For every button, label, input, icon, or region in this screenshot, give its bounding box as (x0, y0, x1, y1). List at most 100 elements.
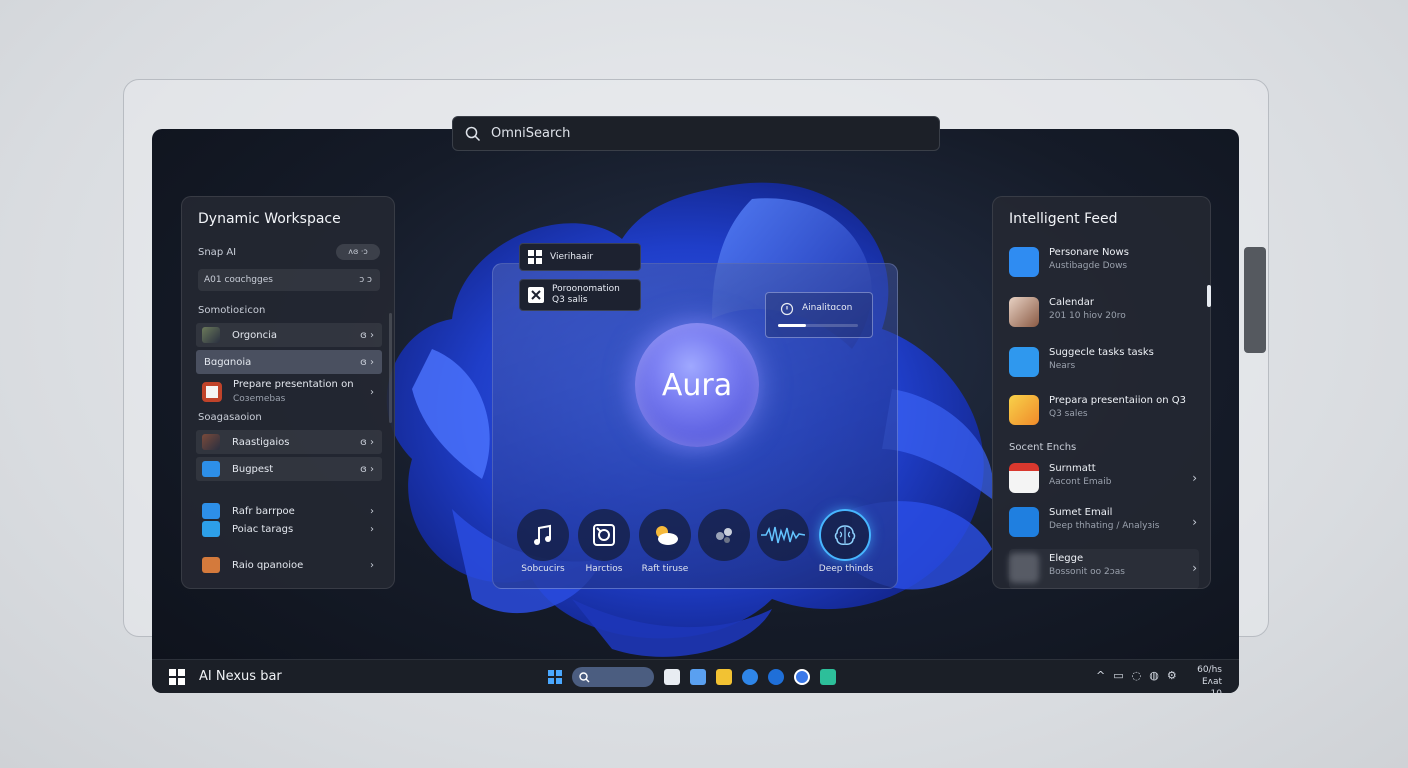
taskbar-apps (548, 667, 836, 687)
chevron-icon: › (370, 505, 374, 517)
item-label: Poiac tarags (232, 523, 294, 535)
feed-item-title: Sumet Email (1049, 507, 1113, 518)
news-icon (1009, 247, 1039, 277)
workspace-item-selected[interactable]: Bɑgɑnoia ɞ › (196, 350, 382, 374)
panel-title: Dynamic Workspace (198, 211, 341, 227)
feed-item-subtitle: Aacont Emaib (1049, 477, 1112, 487)
feed-item[interactable]: Sumet Email Deep thhating / Analyɜis › (1009, 503, 1199, 543)
outlook-icon (1009, 507, 1039, 537)
clock-date: Eʌat 10 (1201, 677, 1222, 693)
snap-field[interactable]: A01 coɑchgges ɔ ɔ (198, 269, 380, 291)
file-icon[interactable] (664, 669, 680, 685)
feed-item[interactable]: Surnmatt Aacont Emaib › (1009, 459, 1199, 499)
item-label: Bugpest (232, 463, 274, 475)
aura-orb-button[interactable]: Aura (635, 323, 759, 447)
store-icon[interactable] (690, 669, 706, 685)
music-button[interactable] (517, 509, 569, 561)
workspace-item[interactable]: Raio qpanoioe › (196, 553, 382, 577)
waveform-button[interactable] (757, 509, 809, 561)
chevron-icon: ɞ › (360, 463, 374, 475)
omnisearch-bar[interactable]: OmniSearch (452, 116, 940, 151)
orbit-icon (716, 528, 732, 543)
deep-thinking-button[interactable] (819, 509, 871, 561)
tools-button[interactable] (578, 509, 630, 561)
windows-start-icon[interactable] (169, 669, 185, 685)
feed-item-title: Suggecle tasks tasks (1049, 347, 1154, 358)
tooltip-windows[interactable]: Vierihaair (519, 243, 641, 271)
analysis-progress-fill (778, 324, 806, 327)
app-icon[interactable] (820, 669, 836, 685)
item-sublabel: Coɜemebas (233, 394, 286, 404)
feed-item-title: Personare Nows (1049, 247, 1129, 258)
feed-item-subtitle: 201 10 hiov 20ro (1049, 311, 1126, 321)
folder-icon[interactable] (716, 669, 732, 685)
item-label: Raastigaios (232, 436, 290, 448)
taskbar-search-button[interactable] (572, 667, 654, 687)
taskbar: AI Nexus bar ^ ▭ ◌ ◍ ⚙ 60/hs Eʌat (152, 659, 1239, 693)
orb-label: Aura (661, 367, 733, 403)
tool-icon (593, 524, 615, 546)
feed-item[interactable]: Elegge Bossonit oo 2ɔas › (1009, 549, 1199, 589)
feed-item[interactable]: Suggecle tasks tasks Nears (1009, 343, 1199, 383)
chevron-right-icon: › (1192, 561, 1197, 575)
clock[interactable]: 60/hs Eʌat 10 (1188, 664, 1222, 693)
browser-icon[interactable] (768, 669, 784, 685)
brain-icon (834, 525, 856, 545)
display-icon[interactable]: ▭ (1113, 669, 1123, 682)
tooltip-label: Poroonomation (552, 284, 620, 294)
chevron-icon: ɞ › (360, 329, 374, 341)
snap-toggle[interactable]: ʌɞ ·ɔ (336, 244, 380, 260)
feed-item-subtitle: Austibagde Dows (1049, 261, 1128, 271)
side-handle[interactable] (1244, 247, 1266, 353)
tasks-icon (1009, 347, 1039, 377)
feed-item[interactable]: Calendar 201 10 hiov 20ro (1009, 293, 1199, 333)
analysis-progress-track (778, 324, 858, 327)
scrollbar[interactable] (389, 313, 392, 423)
workspace-item[interactable]: Poiac tarags › (196, 517, 382, 541)
edge-icon[interactable] (742, 669, 758, 685)
settings-icon[interactable]: ⚙ (1167, 669, 1177, 682)
copilot-icon[interactable] (794, 669, 810, 685)
dynamic-workspace-panel: Dynamic Workspace Snap AI ʌɞ ·ɔ A01 coɑc… (181, 196, 395, 589)
app-icon (202, 461, 220, 477)
scrollbar[interactable] (1207, 285, 1211, 307)
weather-icon (656, 526, 678, 545)
presentation-icon (202, 382, 222, 402)
omnisearch-placeholder: OmniSearch (491, 126, 571, 141)
taskbar-title: AI Nexus bar (199, 669, 282, 684)
waveform-icon (761, 526, 805, 544)
start-menu-icon[interactable] (548, 670, 562, 684)
chevron-up-icon[interactable]: ^ (1096, 669, 1105, 682)
feed-item[interactable]: Personare Nows Austibagde Dows (1009, 243, 1199, 283)
feed-item[interactable]: Prepara presentaiion on Q3 Q3 sales (1009, 391, 1199, 431)
thumbnail-icon (202, 434, 220, 450)
volume-icon[interactable]: ◍ (1149, 669, 1159, 682)
clock-time: 60/hs (1197, 665, 1222, 675)
item-label: Raio qpanoioe (232, 559, 304, 571)
orbit-button[interactable] (698, 509, 750, 561)
feed-item-title: Elegge (1049, 553, 1084, 564)
item-label: Bɑgɑnoia (204, 356, 252, 368)
section-label: Somotioɛicon (198, 305, 266, 316)
prepare-presentation-item[interactable]: Prepare presentation on Coɜemebas › (196, 377, 382, 407)
workspace-item[interactable]: Raastigaios ɞ › (196, 430, 382, 454)
panel-title: Intelligent Feed (1009, 211, 1118, 227)
search-icon (465, 126, 481, 141)
app-icon (202, 557, 220, 573)
desktop-screen: Dynamic Workspace Snap AI ʌɞ ·ɔ A01 coɑc… (152, 129, 1239, 693)
analysis-widget[interactable]: Ainalitɑcon (765, 292, 873, 338)
workspace-item[interactable]: Bugpest ɞ › (196, 457, 382, 481)
tooltip-sublabel: Q3 salis (552, 295, 588, 305)
item-label: Prepare presentation on (233, 379, 354, 390)
chevron-right-icon: › (1192, 515, 1197, 529)
workspace-item[interactable]: Orgoncia ɞ › (196, 323, 382, 347)
weather-button[interactable] (639, 509, 691, 561)
tooltip-presentation[interactable]: Poroonomation Q3 salis (519, 279, 641, 311)
aura-assistant-panel: Aura Ainalitɑcon Sobcucirs Harctios Raft… (492, 263, 898, 589)
chevron-icon: ɞ › (360, 356, 374, 368)
intelligent-feed-panel: Intelligent Feed Personare Nows Austibag… (992, 196, 1211, 589)
presentation-x-icon (528, 287, 544, 303)
windows-grid-icon (528, 250, 542, 264)
network-icon[interactable]: ◌ (1132, 669, 1142, 682)
blurred-icon (1009, 553, 1039, 583)
